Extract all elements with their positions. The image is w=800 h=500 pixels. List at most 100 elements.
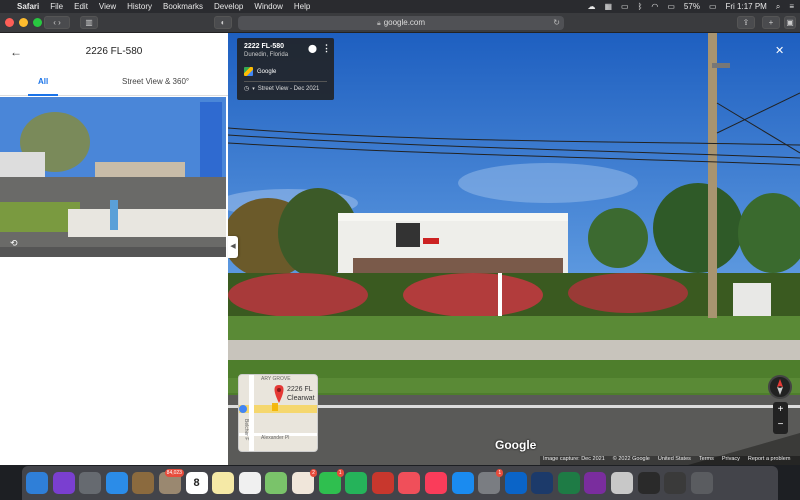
dock-reminders-icon[interactable] bbox=[238, 472, 261, 494]
dock-finder-icon[interactable] bbox=[26, 472, 48, 494]
close-window-button[interactable] bbox=[5, 18, 14, 27]
dock-excel-icon[interactable] bbox=[557, 472, 580, 494]
dock-photobooth-icon[interactable] bbox=[371, 472, 394, 494]
more-options-icon[interactable]: ⋮ bbox=[322, 43, 331, 54]
menu-develop[interactable]: Develop bbox=[214, 2, 243, 11]
dock-messages-badge: 1 bbox=[336, 469, 344, 477]
dock-contacts-badge-icon[interactable]: 84,023 bbox=[158, 469, 184, 494]
clock-icon: ◷ bbox=[244, 86, 250, 92]
wallet-icon[interactable]: ▭ bbox=[621, 2, 629, 11]
dock-app-store-icon[interactable] bbox=[451, 472, 474, 494]
battery-percent[interactable]: 57% bbox=[684, 2, 700, 11]
clock[interactable]: Fri 1:17 PM bbox=[726, 2, 767, 11]
minimap-street-3: ARY GROVE bbox=[261, 376, 291, 382]
url-text: google.com bbox=[383, 18, 426, 27]
wifi-icon[interactable]: ◠ bbox=[651, 2, 658, 11]
location-info-card: 2222 FL-580 Dunedin, Florida Google ◷ ▾ … bbox=[237, 38, 334, 100]
tab-all[interactable]: All bbox=[38, 77, 48, 86]
battery-icon: ▭ bbox=[708, 2, 717, 11]
minimize-window-button[interactable] bbox=[19, 18, 28, 27]
photo-tabs: All Street View & 360° bbox=[0, 70, 228, 96]
zoom-out-button[interactable]: − bbox=[773, 418, 788, 434]
dock-notes-icon[interactable] bbox=[212, 472, 235, 494]
menu-help[interactable]: Help bbox=[294, 2, 310, 11]
tab-street-view[interactable]: Street View & 360° bbox=[122, 77, 189, 86]
search-icon[interactable]: ⌕ bbox=[776, 2, 780, 12]
dock-audio-icon[interactable] bbox=[531, 472, 554, 494]
card-source-label: Google bbox=[257, 68, 277, 75]
grid-icon[interactable]: ▦ bbox=[604, 2, 612, 11]
close-street-view-icon[interactable]: ✕ bbox=[775, 44, 784, 57]
privacy-shield-icon[interactable]: ◐ bbox=[214, 16, 232, 29]
date-selector[interactable]: ◷ ▾ Street View - Dec 2021 bbox=[244, 85, 327, 93]
mini-map[interactable]: 2226 FL Clearwat Belcher F Alexander Pl … bbox=[238, 374, 318, 452]
dock-preview-icon[interactable] bbox=[611, 472, 634, 494]
dock: 84,023 8 2 1 1 bbox=[22, 466, 778, 500]
google-logo: Google bbox=[495, 438, 537, 452]
menu-view[interactable]: View bbox=[99, 2, 116, 11]
menu-history[interactable]: History bbox=[127, 2, 152, 11]
dock-system-preferences-badge: 1 bbox=[496, 469, 504, 477]
compass-icon[interactable] bbox=[768, 375, 792, 399]
dock-safari-icon[interactable] bbox=[105, 472, 128, 494]
menu-window[interactable]: Window bbox=[254, 2, 282, 11]
address-bar[interactable]: 🔒︎ google.com ↻ bbox=[238, 16, 564, 30]
menu-file[interactable]: File bbox=[50, 2, 63, 11]
bluetooth-icon[interactable]: ᛒ bbox=[638, 2, 643, 11]
card-divider bbox=[244, 81, 327, 82]
reload-icon[interactable]: ↻ bbox=[553, 16, 560, 30]
country-link[interactable]: United States bbox=[658, 456, 691, 465]
dock-onenote-icon[interactable] bbox=[584, 472, 607, 494]
menu-bookmarks[interactable]: Bookmarks bbox=[163, 2, 203, 11]
dock-maps-icon[interactable] bbox=[265, 472, 288, 494]
menu-safari[interactable]: Safari bbox=[17, 2, 39, 11]
zoom-in-button[interactable]: + bbox=[773, 402, 788, 418]
thumbnail-image bbox=[0, 97, 226, 257]
dock-outlook-icon[interactable] bbox=[504, 472, 527, 494]
tab-overview-icon[interactable]: ▣ bbox=[784, 16, 796, 29]
dock-notefile-icon[interactable] bbox=[132, 472, 155, 494]
minimap-street-2: Alexander Pl bbox=[261, 435, 290, 441]
panel-header: ← 2226 FL-580 bbox=[0, 33, 228, 70]
dock-siri-icon[interactable] bbox=[52, 472, 75, 494]
share-icon[interactable]: ⇪ bbox=[737, 16, 755, 29]
google-maps-logo-icon bbox=[244, 67, 253, 76]
collapse-panel-button[interactable]: ◀ bbox=[228, 236, 238, 258]
panel-title: 2226 FL-580 bbox=[85, 46, 143, 57]
attribution-bar: Image capture: Dec 2021 © 2022 Google Un… bbox=[540, 456, 800, 465]
back-forward-buttons[interactable]: ‹ › bbox=[44, 16, 70, 29]
dock-photos-icon[interactable]: 2 bbox=[291, 469, 317, 494]
dock-news-icon[interactable] bbox=[398, 472, 421, 494]
dock-display-icon[interactable] bbox=[664, 472, 687, 494]
dock-contacts-badge-badge: 84,023 bbox=[164, 469, 184, 477]
location-pin-icon[interactable]: ⬤ bbox=[308, 44, 317, 53]
dock-photos-badge: 2 bbox=[310, 469, 317, 477]
street-view-thumbnail[interactable]: ⟲ bbox=[0, 97, 226, 257]
dock-music-icon[interactable] bbox=[424, 472, 447, 494]
menu-edit[interactable]: Edit bbox=[74, 2, 88, 11]
dock-facetime-icon[interactable] bbox=[345, 472, 368, 494]
sidebar-toggle-icon[interactable]: ▥ bbox=[80, 16, 98, 29]
control-center-icon[interactable]: ≡ bbox=[789, 2, 794, 11]
privacy-link[interactable]: Privacy bbox=[722, 456, 740, 465]
side-panel: ← 2226 FL-580 All Street View & 360° ⟲ bbox=[0, 33, 228, 465]
dropdown-icon: ▾ bbox=[252, 85, 255, 92]
copyright-text: © 2022 Google bbox=[612, 456, 650, 462]
terms-link[interactable]: Terms bbox=[699, 456, 714, 465]
card-source: Google bbox=[244, 67, 327, 76]
report-problem-link[interactable]: Report a problem bbox=[748, 456, 791, 465]
dock-launchpad-icon[interactable] bbox=[79, 472, 102, 494]
dock-terminal-icon[interactable] bbox=[637, 472, 660, 494]
dock-calendar-icon[interactable]: 8 bbox=[185, 472, 208, 494]
dock-trash-icon[interactable] bbox=[690, 472, 713, 494]
browser-toolbar: ‹ › ▥ ◐ 🔒︎ google.com ↻ ⇪ + ▣ bbox=[0, 13, 800, 33]
creative-cloud-icon[interactable]: ☁ bbox=[587, 2, 595, 11]
capture-date-label: Street View - Dec 2021 bbox=[257, 85, 320, 92]
new-tab-icon[interactable]: + bbox=[762, 16, 780, 29]
dock-messages-icon[interactable]: 1 bbox=[318, 469, 344, 494]
menu-bar: Safari File Edit View History Bookmarks … bbox=[0, 0, 800, 13]
zoom-window-button[interactable] bbox=[33, 18, 42, 27]
dock-calendar-text: 8 bbox=[193, 477, 200, 489]
dock-system-preferences-icon[interactable]: 1 bbox=[478, 469, 504, 494]
airplay-icon[interactable]: ▭ bbox=[667, 2, 675, 11]
